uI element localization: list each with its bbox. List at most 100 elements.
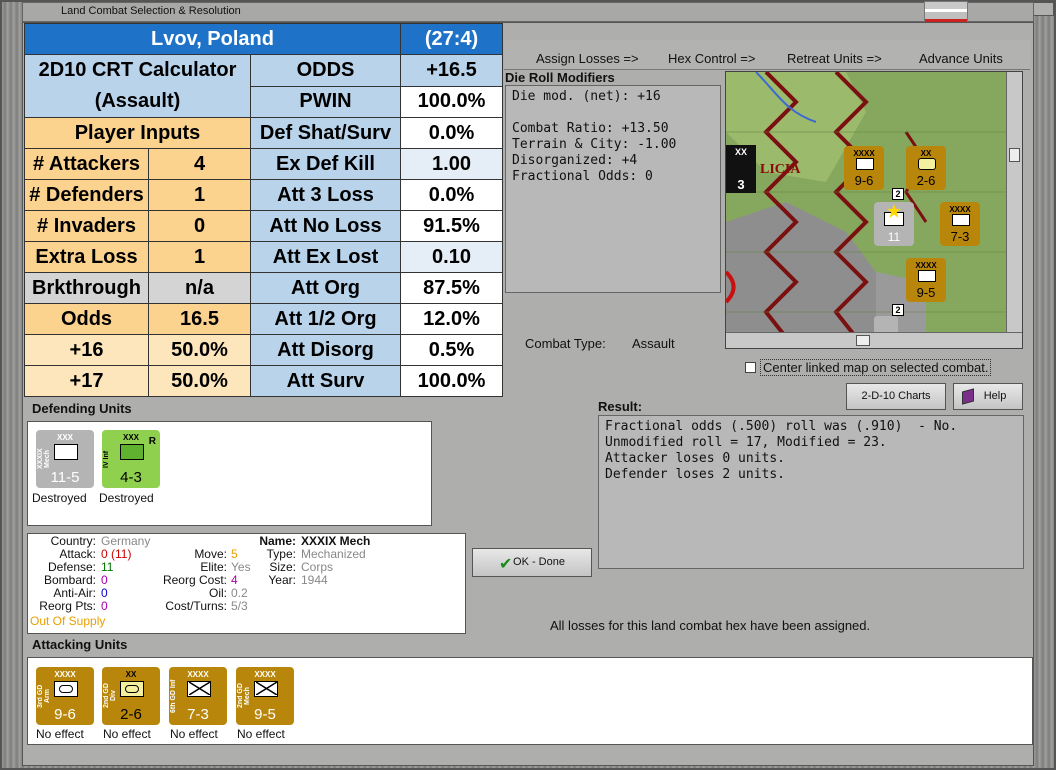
year-label: Year:: [268, 573, 296, 587]
att-surv-label: Att Surv: [250, 365, 401, 397]
map-counter-strength: 9-5: [916, 285, 936, 300]
title-bar: Land Combat Selection & Resolution: [22, 2, 1034, 22]
defenders-input[interactable]: 1: [148, 179, 251, 211]
attacker-status: No effect: [170, 727, 218, 741]
window-title: Land Combat Selection & Resolution: [61, 5, 241, 17]
attacker-counter-3rd-gd-arm[interactable]: XXXX 3rd GD Arm 9-6: [36, 667, 94, 725]
p16-label: +16: [24, 334, 149, 366]
invaders-input[interactable]: 0: [148, 210, 251, 242]
center-map-checkbox[interactable]: [745, 362, 756, 373]
defender-counter-xxxix-mech[interactable]: XXX XXXIX Mech 11-5: [36, 430, 94, 488]
odds-label: ODDS: [250, 54, 401, 87]
attacking-header: Attacking Units: [32, 637, 128, 652]
defense-value: 11: [101, 560, 114, 574]
player-inputs: Player Inputs: [24, 117, 251, 149]
counter-strength: 2-6: [120, 706, 142, 723]
combat-type-label: Combat Type:: [525, 336, 606, 351]
step-advance-units[interactable]: Advance Units: [919, 51, 1003, 66]
attacker-counter-2nd-gd-mech[interactable]: XXXX 2nd GD Mech 9-5: [236, 667, 294, 725]
map-counter-strength: 2-6: [916, 173, 936, 188]
armor-symbol-icon: [54, 681, 78, 697]
bombard-value: 0: [101, 573, 108, 587]
counter-size: XX: [125, 670, 137, 679]
supply-status: Out Of Supply: [30, 614, 106, 628]
map-counter-black-size: XX: [734, 147, 747, 157]
extra-loss-input[interactable]: 1: [148, 241, 251, 273]
att-disorg-value: 0.5%: [400, 334, 503, 366]
step-hex-control[interactable]: Hex Control =>: [668, 51, 755, 66]
counter-strength: 4-3: [120, 469, 142, 486]
att-org-value: 87.5%: [400, 272, 503, 304]
att-surv-value: 100.0%: [400, 365, 503, 397]
counter-size: XXXX: [54, 670, 76, 679]
defender-counter-iv-inf[interactable]: XXX R IV Inf 4-3: [102, 430, 160, 488]
unit-info-values-col3: XXXIX Mech Mechanized Corps 1944: [301, 535, 370, 587]
map-counter-size: XXXX: [853, 149, 875, 158]
help-button[interactable]: Help: [953, 383, 1023, 410]
guards-symbol-icon: [120, 681, 144, 697]
map-counter-size: XXXX: [915, 261, 937, 270]
infantry-symbol-icon: [120, 444, 144, 460]
center-map-label[interactable]: Center linked map on selected combat.: [760, 359, 992, 376]
ex-def-kill-value: 1.00: [400, 148, 503, 180]
step-assign-losses[interactable]: Assign Losses =>: [536, 51, 639, 66]
map-counter-black[interactable]: XX 3: [726, 145, 756, 193]
att-ex-lost-value: 0.10: [400, 241, 503, 273]
odds2-value: 16.5: [148, 303, 251, 335]
att-half-value: 12.0%: [400, 303, 503, 335]
pwin-value: 100.0%: [400, 85, 503, 118]
calc-subtitle: (Assault): [94, 90, 181, 112]
mini-map[interactable]: XX 3 LICIA XXXX 9-6 XX 2-6 2 11 XXXX 7-3 XXX…: [725, 71, 1023, 349]
map-counter-strength: 9-6: [854, 173, 874, 188]
def-shat-label: Def Shat/Surv: [250, 117, 401, 149]
def-shat-value: 0.0%: [400, 117, 503, 149]
check-icon: ✔: [499, 554, 513, 573]
invaders-label: # Invaders: [24, 210, 149, 242]
att-org-label: Att Org: [250, 272, 401, 304]
defender-status: Destroyed: [32, 491, 87, 505]
ratio: (27:4): [400, 23, 503, 55]
location: Lvov, Poland: [24, 23, 401, 55]
map-vscroll-thumb[interactable]: [1009, 148, 1020, 162]
brkthrough-value: n/a: [148, 272, 251, 304]
mech-symbol-icon: [254, 681, 278, 697]
map-counter-xxxix-mech[interactable]: 11: [874, 202, 914, 246]
att-half-label: Att 1/2 Org: [250, 303, 401, 335]
attacker-counter-6th-gd-inf[interactable]: XXXX 6th GD Inf 7-3: [169, 667, 227, 725]
mech-symbol-icon: [54, 444, 78, 460]
map-horizontal-scrollbar[interactable]: [726, 332, 1022, 348]
map-vertical-scrollbar[interactable]: [1006, 72, 1022, 332]
attackers-label: # Attackers: [24, 148, 149, 180]
attackers-input[interactable]: 4: [148, 148, 251, 180]
att-no-loss-value: 91.5%: [400, 210, 503, 242]
unit-info-labels-col1: Country: Attack: Defense: Bombard: Anti-…: [28, 535, 96, 613]
book-icon: [962, 388, 974, 405]
counter-strength: 9-6: [54, 706, 76, 723]
charts-button[interactable]: 2-D-10 Charts: [846, 383, 946, 410]
attacker-status: No effect: [103, 727, 151, 741]
ok-done-button[interactable]: ✔ OK - Done: [472, 548, 592, 577]
att3-value: 0.0%: [400, 179, 503, 211]
ex-def-kill-label: Ex Def Kill: [250, 148, 401, 180]
counter-strength: 7-3: [187, 706, 209, 723]
cost-turns-label: Cost/Turns:: [165, 599, 227, 613]
map-counter-strength: 11: [887, 230, 901, 244]
map-hscroll-thumb[interactable]: [856, 335, 870, 346]
year-value: 1944: [301, 573, 328, 587]
map-counter-size: XXXX: [949, 205, 971, 214]
map-counter-3rd-gd-arm[interactable]: XXXX 9-6: [844, 146, 884, 190]
counter-strength: 11-5: [50, 469, 80, 486]
attacker-status: No effect: [237, 727, 285, 741]
step-retreat-units[interactable]: Retreat Units =>: [787, 51, 882, 66]
combat-type-value: Assault: [632, 336, 675, 351]
odds-value: +16.5: [400, 54, 503, 87]
losses-assigned-message: All losses for this land combat hex have…: [550, 618, 871, 633]
map-counter-6th-gd-inf[interactable]: XXXX 7-3: [940, 202, 980, 246]
map-counter-2nd-gd-div[interactable]: XX 2-6: [906, 146, 946, 190]
unit-info-labels-col3: Name: Type: Size: Year:: [250, 535, 296, 587]
attacker-counter-2nd-gd-div[interactable]: XX 2nd GD Div 2-6: [102, 667, 160, 725]
att3-label: Att 3 Loss: [250, 179, 401, 211]
map-counter-2nd-gd-mech[interactable]: XXXX 9-5: [906, 258, 946, 302]
attacker-status: No effect: [36, 727, 84, 741]
defending-header: Defending Units: [32, 401, 132, 416]
